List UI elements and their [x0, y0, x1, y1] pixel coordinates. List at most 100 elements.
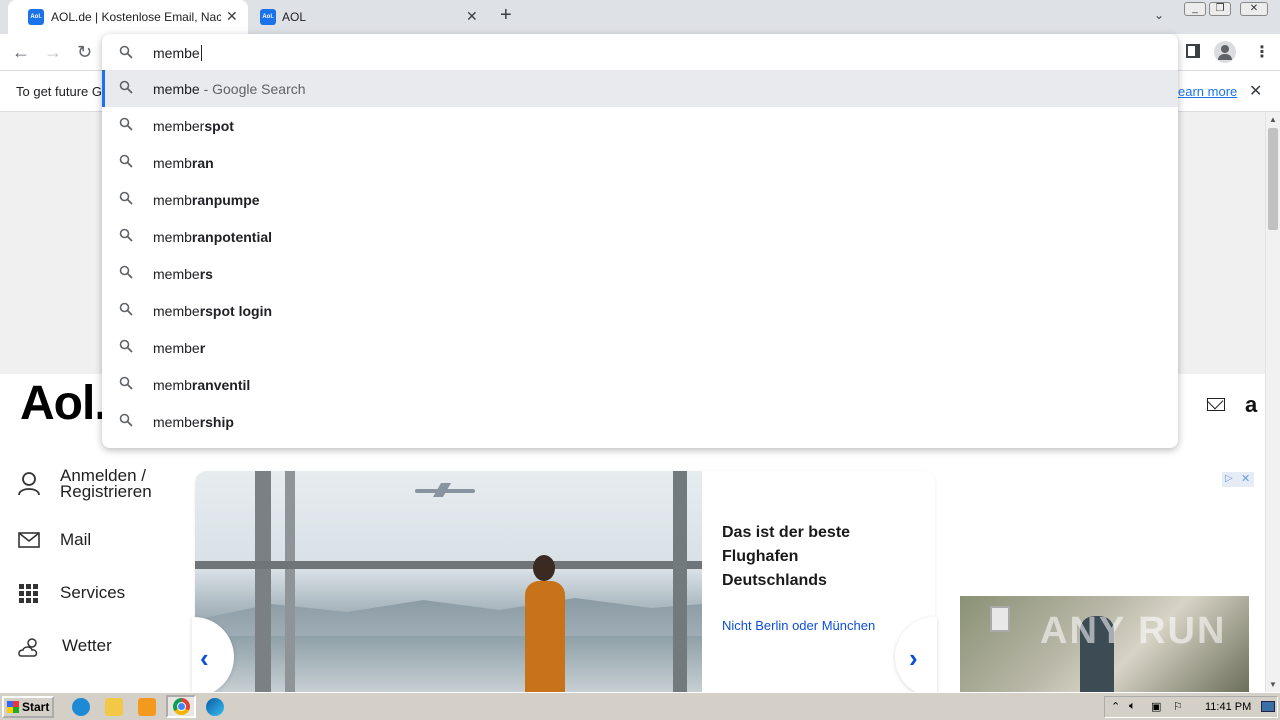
search-icon: [119, 80, 133, 94]
omnibox-suggestion[interactable]: membranpumpe: [102, 181, 1178, 218]
tab-title: AOL: [282, 10, 307, 24]
search-icon: [119, 117, 133, 131]
omnibox-suggestion[interactable]: memberspot login: [102, 292, 1178, 329]
omnibox-suggestion[interactable]: memberspot: [102, 107, 1178, 144]
infobar-text: To get future G: [16, 84, 102, 99]
suggestion-text: membe - Google Search: [153, 81, 306, 97]
grid-icon: [19, 584, 38, 603]
tray-expand-icon[interactable]: ⌃: [1111, 700, 1120, 713]
aol-logo[interactable]: Aol.: [20, 376, 108, 431]
suggestion-text: memberspot: [153, 118, 234, 134]
tab-search-chevron-down-icon[interactable]: ⌄: [1154, 8, 1164, 22]
address-input[interactable]: membe: [153, 45, 202, 61]
tab-strip: Aol. AOL.de | Kostenlose Email, Nachrich…: [0, 0, 1280, 34]
system-tray: ⌃ 🔈︎ ▣ ⚐ 11:41 PM: [1104, 696, 1278, 718]
adchoices-icon: ▷: [1225, 473, 1233, 484]
suggestion-text: membranventil: [153, 377, 250, 393]
amazon-icon[interactable]: a: [1245, 392, 1257, 418]
aol-favicon-icon: Aol.: [260, 9, 276, 25]
chevron-right-icon: ›: [909, 643, 918, 673]
tab-aol-de[interactable]: Aol. AOL.de | Kostenlose Email, Nachrich…: [8, 0, 248, 34]
tab-aol[interactable]: Aol. AOL ✕: [248, 0, 488, 34]
hero-article-card[interactable]: Das ist der beste Flughafen Deutschlands…: [195, 471, 935, 692]
reload-icon[interactable]: ↻: [77, 42, 92, 63]
show-desktop-icon[interactable]: [1261, 701, 1275, 712]
hero-image: [195, 471, 702, 692]
suggestion-typed: memb: [153, 155, 192, 171]
profile-avatar-icon[interactable]: [1214, 41, 1236, 63]
article-subtitle[interactable]: Nicht Berlin oder München: [722, 618, 875, 633]
scroll-down-icon[interactable]: ▼: [1269, 680, 1277, 689]
tab-title: AOL.de | Kostenlose Email, Nachrichten: [51, 10, 221, 24]
address-input-value: membe: [153, 45, 200, 61]
omnibox-suggestion[interactable]: membe - Google Search: [102, 70, 1178, 107]
back-arrow-icon[interactable]: ←: [12, 42, 30, 63]
side-panel-icon[interactable]: [1186, 44, 1200, 58]
suggestion-typed: membe: [153, 414, 200, 430]
suggestion-typed: membe: [153, 266, 200, 282]
scroll-up-icon[interactable]: ▲: [1269, 115, 1277, 124]
learn-more-link[interactable]: earn more: [1178, 84, 1237, 99]
chrome-taskbar-button[interactable]: [166, 695, 196, 718]
aol-favicon-icon: Aol.: [28, 9, 44, 25]
media-player-icon[interactable]: [138, 698, 156, 716]
weather-cloud-sun-icon: [18, 638, 38, 657]
ad-close-icon[interactable]: ✕: [1241, 472, 1250, 485]
suggestion-completion: spot: [204, 118, 234, 134]
start-label: Start: [22, 700, 50, 714]
omnibox-suggestion[interactable]: membership: [102, 403, 1178, 440]
internet-explorer-icon[interactable]: [72, 698, 90, 716]
search-icon: [119, 265, 133, 279]
envelope-icon: [18, 532, 40, 548]
omnibox-suggestion[interactable]: membranventil: [102, 366, 1178, 403]
menu-kebab-icon[interactable]: ⋮: [1254, 42, 1270, 62]
edge-icon[interactable]: [206, 698, 224, 716]
infobar-close-icon[interactable]: ✕: [1249, 81, 1262, 101]
signin-label-2: Registrieren: [60, 482, 152, 501]
volume-icon[interactable]: 🔈︎: [1129, 700, 1136, 713]
address-bar[interactable]: membe: [102, 34, 1178, 70]
clock[interactable]: 11:41 PM: [1205, 701, 1251, 713]
weather-label: Wetter: [62, 636, 112, 655]
search-icon: [119, 413, 133, 427]
new-tab-button[interactable]: +: [500, 4, 512, 27]
suggestion-typed: membe: [153, 81, 200, 97]
suggestion-typed: memb: [153, 192, 192, 208]
user-icon: [18, 472, 40, 496]
omnibox-suggestion[interactable]: member: [102, 329, 1178, 366]
omnibox-dropdown: membe membe - Google Search memberspot mem…: [102, 34, 1178, 448]
suggestion-text: member: [153, 340, 205, 356]
headline-line-1: Das ist der beste: [722, 524, 851, 541]
adchoices-badge[interactable]: ▷ ✕: [1222, 472, 1254, 487]
close-tab-icon[interactable]: ✕: [226, 8, 238, 25]
minimize-window-button[interactable]: _: [1184, 2, 1206, 16]
flag-icon[interactable]: ⚐: [1173, 700, 1183, 713]
scrollbar-thumb[interactable]: [1268, 128, 1278, 230]
headline-line-3: Deutschlands: [722, 572, 827, 589]
close-window-button[interactable]: ✕: [1240, 2, 1268, 16]
page-scrollbar[interactable]: ▲ ▼: [1265, 112, 1280, 692]
start-button[interactable]: Start: [2, 696, 54, 718]
omnibox-suggestion[interactable]: membran: [102, 144, 1178, 181]
search-icon: [119, 228, 133, 242]
omnibox-suggestion[interactable]: members: [102, 255, 1178, 292]
article-headline[interactable]: Das ist der beste Flughafen Deutschlands: [722, 521, 922, 593]
suggestion-completion: ran: [191, 155, 214, 171]
suggestion-text: members: [153, 266, 213, 282]
network-icon[interactable]: ▣: [1151, 700, 1161, 713]
close-tab-icon[interactable]: ✕: [466, 8, 478, 25]
mail-icon[interactable]: [1206, 392, 1225, 411]
airplane-image: [415, 483, 475, 497]
windows-taskbar: Start ⌃ 🔈︎ ▣ ⚐ 11:41 PM: [0, 692, 1280, 720]
file-explorer-icon[interactable]: [105, 698, 123, 716]
search-icon: [119, 302, 133, 316]
anyrun-watermark: ANY RUN: [1040, 610, 1227, 652]
restore-window-button[interactable]: ❐: [1209, 2, 1231, 16]
forward-arrow-icon[interactable]: →: [44, 42, 62, 63]
services-label: Services: [60, 583, 126, 602]
suggestion-typed: member: [153, 118, 205, 134]
suggestion-completion: rship: [199, 414, 234, 430]
suggestion-text: membership: [153, 414, 234, 430]
suggestion-text: memberspot login: [153, 303, 272, 319]
omnibox-suggestion[interactable]: membranpotential: [102, 218, 1178, 255]
